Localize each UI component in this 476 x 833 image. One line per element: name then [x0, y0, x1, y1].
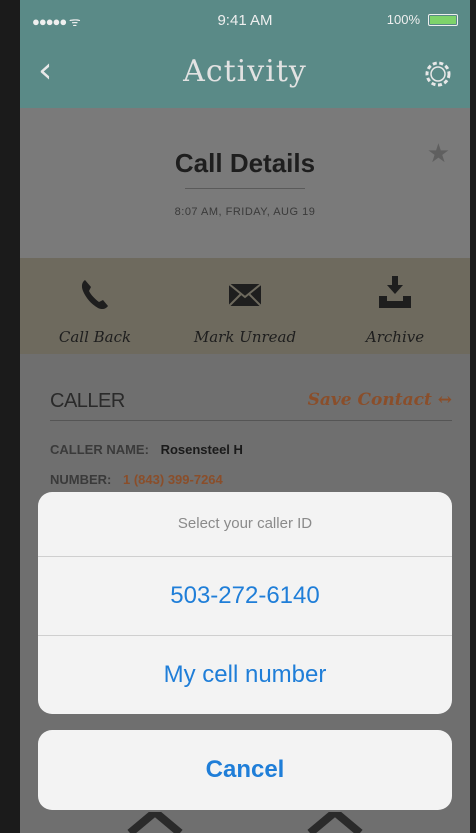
archive-button[interactable]: Archive [320, 258, 470, 354]
caller-name-row: CALLER NAME: Rosensteel H [50, 442, 243, 457]
navigation-bar: ‹ Activity [20, 40, 470, 108]
phone-screen: ●●●●● ᯤ 9:41 AM 100% ‹ Activity Call Det… [20, 0, 470, 833]
caller-number-row: NUMBER: 1 (843) 399-7264 [50, 472, 223, 487]
status-bar: ●●●●● ᯤ 9:41 AM 100% [20, 0, 470, 40]
archive-label: Archive [365, 328, 425, 346]
caller-name-label: CALLER NAME: [50, 442, 149, 457]
gear-icon[interactable] [422, 58, 454, 90]
battery-icon [428, 14, 458, 26]
call-back-label: Call Back [58, 328, 132, 346]
caller-id-option-cell[interactable]: My cell number [38, 636, 452, 714]
cancel-button[interactable]: Cancel [38, 730, 452, 810]
call-timestamp: 8:07 AM, FRIDAY, AUG 19 [174, 206, 316, 218]
call-back-button[interactable]: Call Back [20, 258, 170, 354]
action-sheet-title: Select your caller ID [38, 492, 452, 557]
battery-percent: 100% [386, 12, 420, 27]
envelope-icon [228, 283, 262, 307]
star-icon[interactable]: ★ [427, 138, 450, 169]
caller-divider [50, 420, 452, 421]
decorative-pattern [127, 812, 363, 833]
caller-id-option-number[interactable]: 503-272-6140 [38, 557, 452, 636]
caller-id-action-sheet: Select your caller ID 503-272-6140 My ce… [38, 492, 452, 714]
mark-unread-button[interactable]: Mark Unread [170, 258, 320, 354]
caller-heading: CALLER [50, 390, 125, 412]
phone-icon [81, 280, 108, 310]
call-details-title: Call Details [174, 148, 316, 178]
page-title: Activity [183, 54, 307, 89]
save-contact-link[interactable]: Save Contact ↔ [308, 390, 452, 410]
call-details-header: Call Details 8:07 AM, FRIDAY, AUG 19 ★ [20, 108, 470, 258]
title-divider [185, 188, 305, 189]
archive-icon [379, 276, 411, 308]
caller-number-label: NUMBER: [50, 472, 112, 487]
caller-name-value: Rosensteel H [160, 442, 243, 457]
caller-number-value[interactable]: 1 (843) 399-7264 [123, 472, 223, 487]
mark-unread-label: Mark Unread [193, 328, 297, 346]
action-bar: Call Back Mark Unread Archive [20, 258, 470, 354]
battery-fill [430, 16, 456, 24]
